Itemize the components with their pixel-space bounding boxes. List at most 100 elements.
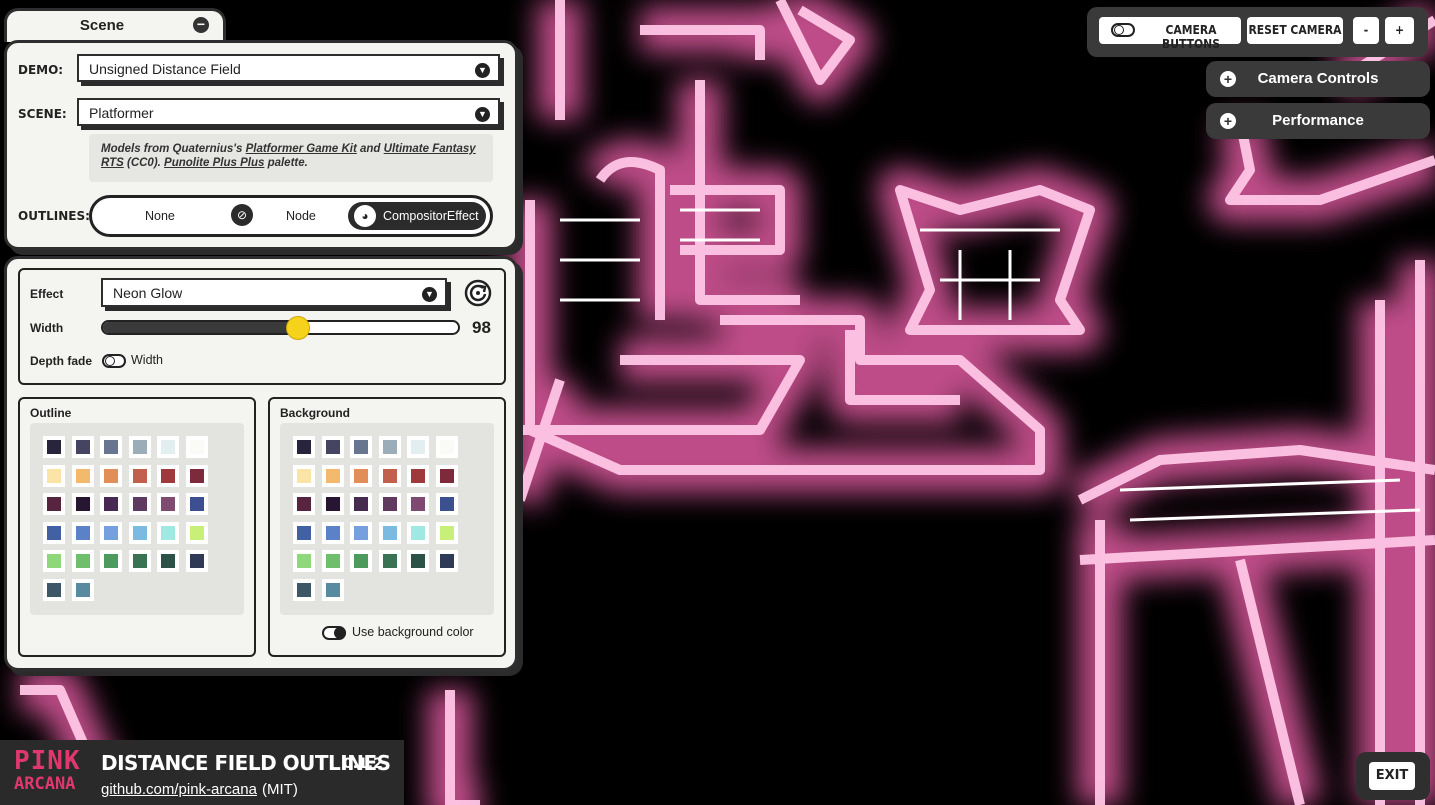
camera-controls-toggle[interactable]: + Camera Controls — [1206, 61, 1430, 97]
background-color-swatch[interactable] — [378, 436, 401, 458]
effect-select[interactable]: Neon Glow ▼ — [101, 278, 447, 307]
outline-color-swatch[interactable] — [100, 464, 123, 487]
scene-tab-title: Scene — [79, 17, 125, 34]
background-color-swatch[interactable] — [407, 436, 430, 458]
background-color-swatch[interactable] — [436, 521, 458, 544]
reset-effect-icon[interactable] — [464, 279, 492, 307]
outline-color-swatch[interactable] — [100, 493, 123, 516]
depth-fade-toggle[interactable] — [102, 354, 126, 368]
background-color-swatch[interactable] — [436, 436, 458, 458]
exit-container: EXIT — [1356, 752, 1430, 800]
width-value: 98 — [472, 318, 491, 337]
credits-link-palette[interactable]: Punolite Plus Plus — [164, 157, 264, 169]
depth-fade-label: Depth fade — [30, 354, 93, 368]
outline-color-swatch[interactable] — [186, 464, 208, 487]
background-color-swatch[interactable] — [350, 493, 373, 516]
license-text: (MIT) — [262, 781, 298, 798]
outline-color-swatch[interactable] — [128, 436, 151, 458]
outline-color-swatch[interactable] — [128, 550, 151, 573]
background-color-swatch[interactable] — [350, 436, 373, 458]
background-color-swatch[interactable] — [378, 493, 401, 516]
background-color-swatch[interactable] — [321, 550, 344, 573]
background-color-swatch[interactable] — [350, 550, 373, 573]
scene-tab[interactable]: Scene − — [4, 8, 226, 42]
outline-color-swatch[interactable] — [128, 521, 151, 544]
outline-color-swatch[interactable] — [43, 464, 65, 487]
outline-color-swatch[interactable] — [71, 550, 94, 573]
outline-color-swatch[interactable] — [100, 521, 123, 544]
width-label: Width — [30, 321, 64, 335]
app-version: 0.1.2 — [343, 756, 383, 772]
background-color-swatch[interactable] — [293, 436, 315, 458]
zoom-out-button[interactable]: - — [1353, 17, 1379, 44]
outline-color-swatch[interactable] — [157, 493, 180, 516]
outline-color-swatch[interactable] — [157, 550, 180, 573]
demo-select[interactable]: Unsigned Distance Field ▼ — [77, 54, 500, 82]
background-color-swatch[interactable] — [407, 521, 430, 544]
background-color-swatch[interactable] — [321, 579, 344, 601]
outline-color-swatch[interactable] — [157, 464, 180, 487]
credits-link-platformer[interactable]: Platformer Game Kit — [246, 143, 357, 155]
outline-color-swatch[interactable] — [186, 493, 208, 516]
outline-color-swatch[interactable] — [157, 521, 180, 544]
background-color-swatch[interactable] — [407, 550, 430, 573]
background-color-swatch[interactable] — [293, 521, 315, 544]
outline-color-swatch[interactable] — [71, 579, 94, 601]
background-color-swatch[interactable] — [407, 493, 430, 516]
outline-color-swatch[interactable] — [128, 464, 151, 487]
background-color-swatch[interactable] — [436, 464, 458, 487]
collapse-icon[interactable]: − — [193, 17, 209, 33]
width-slider[interactable] — [101, 320, 460, 335]
zoom-in-button[interactable]: + — [1385, 17, 1414, 44]
exit-button[interactable]: EXIT — [1369, 762, 1415, 790]
outline-color-swatch[interactable] — [71, 436, 94, 458]
chevron-down-icon: ▼ — [475, 63, 490, 78]
background-color-swatch[interactable] — [293, 579, 315, 601]
background-color-swatch[interactable] — [436, 493, 458, 516]
outline-color-swatch[interactable] — [71, 493, 94, 516]
scene-select[interactable]: Platformer ▼ — [77, 98, 500, 126]
width-slider-fill — [103, 322, 299, 333]
outline-color-swatch[interactable] — [71, 464, 94, 487]
outlines-option-none[interactable]: None — [145, 198, 175, 234]
camera-buttons-toggle[interactable]: CAMERA BUTTONS — [1099, 17, 1241, 51]
background-color-swatch[interactable] — [436, 550, 458, 573]
background-color-swatch[interactable] — [321, 436, 344, 458]
outline-color-swatch[interactable] — [100, 550, 123, 573]
outlines-option-compositor[interactable]: ◕ CompositorEffect — [348, 202, 486, 230]
outline-color-swatch[interactable] — [186, 436, 208, 458]
reset-camera-button[interactable]: RESET CAMERA — [1247, 17, 1343, 44]
background-color-swatch[interactable] — [350, 521, 373, 544]
outline-color-swatch[interactable] — [43, 550, 65, 573]
outline-color-swatch[interactable] — [157, 436, 180, 458]
demo-value: Unsigned Distance Field — [89, 61, 241, 77]
outline-color-swatch[interactable] — [43, 579, 65, 601]
outlines-option-node[interactable]: Node — [286, 198, 316, 234]
background-color-swatch[interactable] — [378, 521, 401, 544]
repo-link[interactable]: github.com/pink-arcana — [101, 781, 257, 798]
background-color-swatch[interactable] — [378, 550, 401, 573]
background-color-swatch[interactable] — [407, 464, 430, 487]
performance-toggle[interactable]: + Performance — [1206, 103, 1430, 139]
outline-color-swatch[interactable] — [71, 521, 94, 544]
use-background-color-toggle[interactable] — [322, 626, 346, 640]
outline-color-swatch[interactable] — [100, 436, 123, 458]
background-color-swatch[interactable] — [293, 550, 315, 573]
background-color-swatch[interactable] — [321, 493, 344, 516]
outline-color-swatch[interactable] — [128, 493, 151, 516]
outline-color-swatch[interactable] — [43, 521, 65, 544]
use-background-color-label: Use background color — [352, 625, 474, 639]
background-color-swatch[interactable] — [321, 464, 344, 487]
demo-label: DEMO: — [18, 63, 64, 77]
background-color-swatch[interactable] — [350, 464, 373, 487]
outline-color-swatch[interactable] — [43, 493, 65, 516]
outline-swatch-grid — [30, 423, 244, 615]
background-color-swatch[interactable] — [293, 464, 315, 487]
background-palette-title: Background — [280, 406, 351, 420]
background-color-swatch[interactable] — [321, 521, 344, 544]
background-color-swatch[interactable] — [378, 464, 401, 487]
outline-color-swatch[interactable] — [186, 550, 208, 573]
background-color-swatch[interactable] — [293, 493, 315, 516]
outline-color-swatch[interactable] — [186, 521, 208, 544]
outline-color-swatch[interactable] — [43, 436, 65, 458]
